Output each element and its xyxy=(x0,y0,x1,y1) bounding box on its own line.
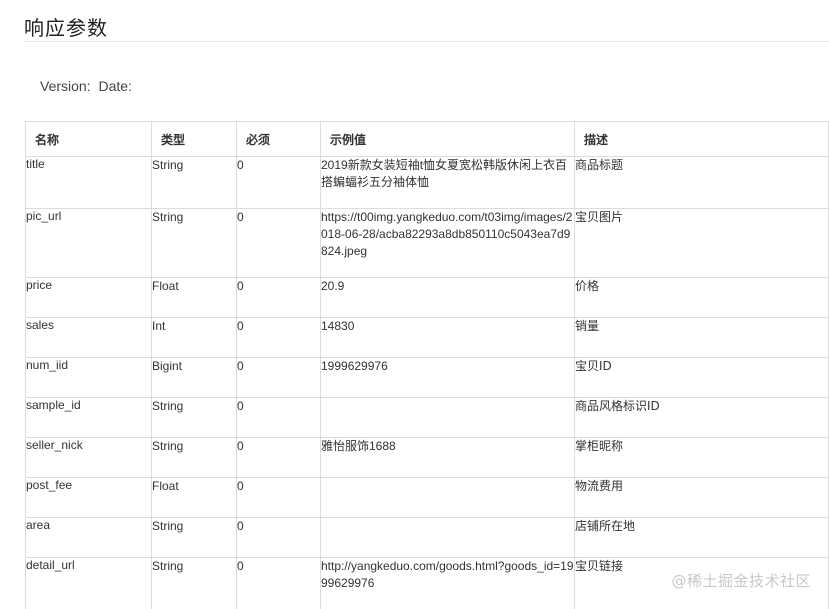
param-description: 掌柜昵称 xyxy=(574,437,829,478)
param-description: 商品标题 xyxy=(574,156,829,209)
table-row: area String 0 店铺所在地 xyxy=(25,517,829,558)
param-example: 雅怡服饰1688 xyxy=(320,437,575,478)
param-name: price xyxy=(25,277,152,318)
table-header-row: 名称 类型 必须 示例值 描述 xyxy=(25,121,829,157)
header-required: 必须 xyxy=(236,121,321,157)
version-label: Version: xyxy=(40,78,91,94)
watermark: @稀土掘金技术社区 xyxy=(671,572,811,590)
param-name: pic_url xyxy=(25,208,152,278)
param-example: 2019新款女装短袖t恤女夏宽松韩版休闲上衣百搭蝙蝠衫五分袖体恤 xyxy=(320,156,575,209)
param-name: area xyxy=(25,517,152,558)
param-name: title xyxy=(25,156,152,209)
param-name: post_fee xyxy=(25,477,152,518)
param-type: String xyxy=(151,397,237,438)
param-description: 商品风格标识ID xyxy=(574,397,829,438)
header-description: 描述 xyxy=(574,121,829,157)
param-required: 0 xyxy=(236,208,321,278)
param-example xyxy=(320,397,575,438)
param-type: Float xyxy=(151,477,237,518)
param-type: String xyxy=(151,517,237,558)
param-required: 0 xyxy=(236,517,321,558)
param-example: 14830 xyxy=(320,317,575,358)
param-example xyxy=(320,477,575,518)
param-name: seller_nick xyxy=(25,437,152,478)
table-row: title String 0 2019新款女装短袖t恤女夏宽松韩版休闲上衣百搭蝙… xyxy=(25,156,829,209)
param-example: 1999629976 xyxy=(320,357,575,398)
header-type: 类型 xyxy=(151,121,237,157)
header-example: 示例值 xyxy=(320,121,575,157)
param-type: Int xyxy=(151,317,237,358)
param-required: 0 xyxy=(236,357,321,398)
table-row: post_fee Float 0 物流费用 xyxy=(25,477,829,518)
table-row: seller_nick String 0 雅怡服饰1688 掌柜昵称 xyxy=(25,437,829,478)
param-name: sales xyxy=(25,317,152,358)
param-type: String xyxy=(151,437,237,478)
param-name: num_iid xyxy=(25,357,152,398)
param-required: 0 xyxy=(236,437,321,478)
table-row: price Float 0 20.9 价格 xyxy=(25,277,829,318)
table-row: pic_url String 0 https://t00img.yangkedu… xyxy=(25,208,829,278)
param-example: https://t00img.yangkeduo.com/t03img/imag… xyxy=(320,208,575,278)
table-row: sample_id String 0 商品风格标识ID xyxy=(25,397,829,438)
param-description: 销量 xyxy=(574,317,829,358)
param-description: 价格 xyxy=(574,277,829,318)
version-date-line: Version: Date: xyxy=(40,78,132,94)
param-name: sample_id xyxy=(25,397,152,438)
param-type: Float xyxy=(151,277,237,318)
param-description: 宝贝ID xyxy=(574,357,829,398)
param-required: 0 xyxy=(236,477,321,518)
param-example: 20.9 xyxy=(320,277,575,318)
param-required: 0 xyxy=(236,317,321,358)
page-title: 响应参数 xyxy=(24,16,108,40)
param-type: String xyxy=(151,208,237,278)
param-name: detail_url xyxy=(25,557,152,609)
param-required: 0 xyxy=(236,156,321,209)
param-required: 0 xyxy=(236,277,321,318)
param-type: Bigint xyxy=(151,357,237,398)
param-type: String xyxy=(151,156,237,209)
date-label: Date: xyxy=(98,78,132,94)
table-row: num_iid Bigint 0 1999629976 宝贝ID xyxy=(25,357,829,398)
param-required: 0 xyxy=(236,557,321,609)
param-example: http://yangkeduo.com/goods.html?goods_id… xyxy=(320,557,575,609)
param-description: 宝贝图片 xyxy=(574,208,829,278)
header-name: 名称 xyxy=(25,121,152,157)
param-description: 店铺所在地 xyxy=(574,517,829,558)
param-example xyxy=(320,517,575,558)
title-divider xyxy=(24,41,829,42)
table-row: sales Int 0 14830 销量 xyxy=(25,317,829,358)
param-required: 0 xyxy=(236,397,321,438)
param-description: 物流费用 xyxy=(574,477,829,518)
param-type: String xyxy=(151,557,237,609)
response-params-table: 名称 类型 必须 示例值 描述 title String 0 2019新款女装短… xyxy=(25,121,829,609)
